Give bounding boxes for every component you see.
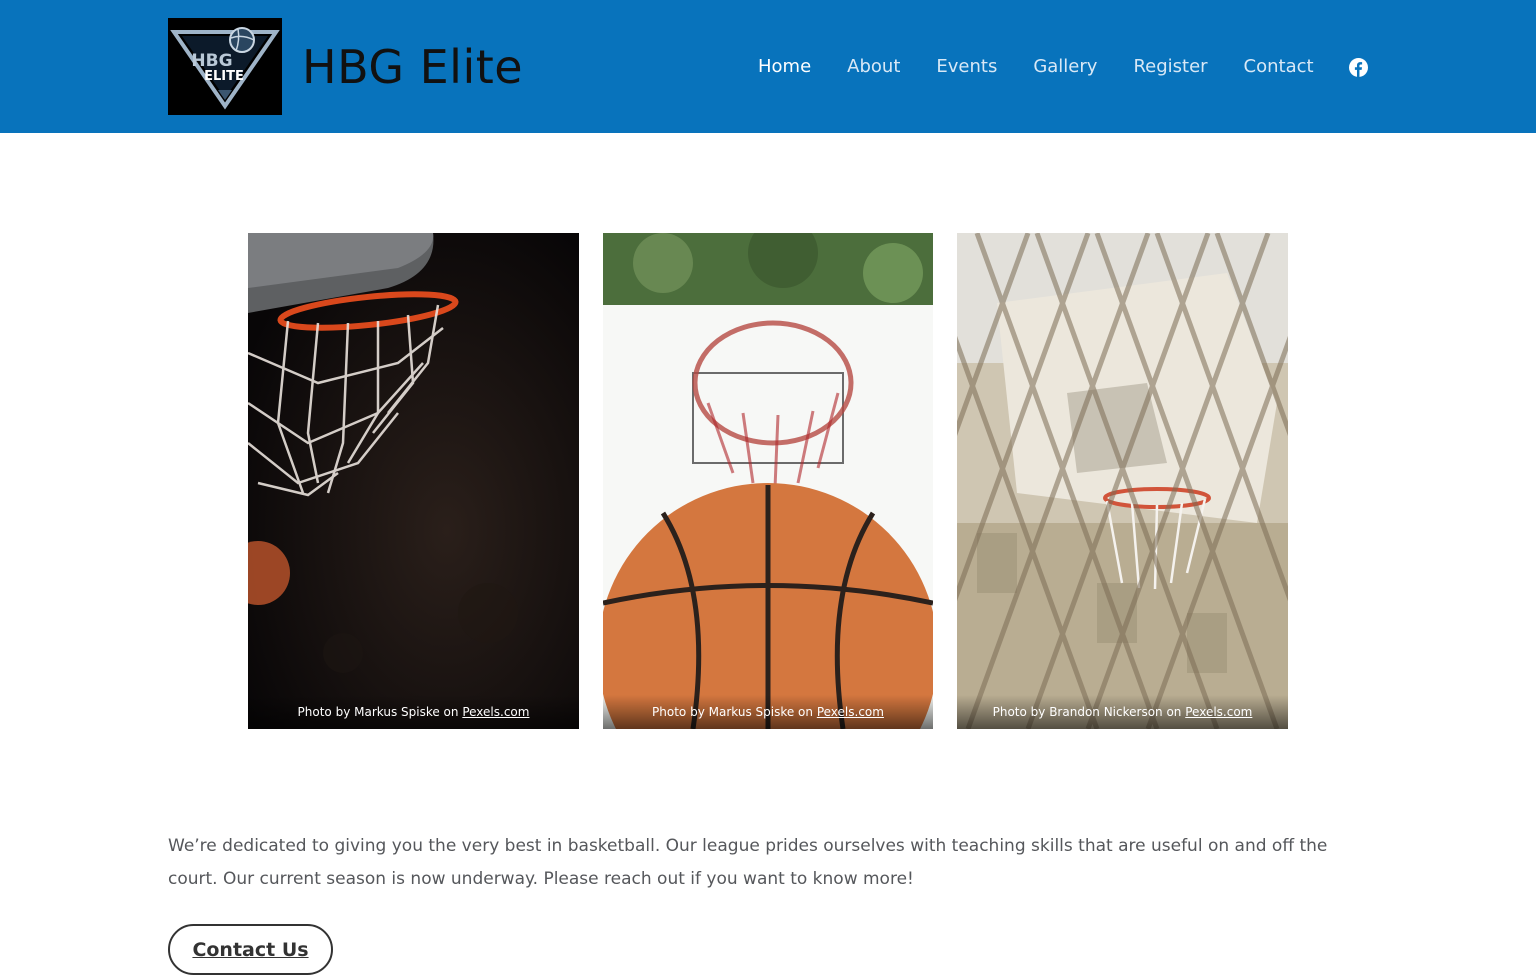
basketball-image [603, 233, 933, 729]
gallery-photo-fence-hoop[interactable]: Photo by Brandon Nickerson on Pexels.com [957, 233, 1288, 729]
svg-text:ELITE: ELITE [204, 69, 244, 84]
photo-credit-link[interactable]: Pexels.com [817, 705, 884, 719]
nav-home[interactable]: Home [758, 52, 811, 82]
hoop-dark-image [248, 233, 579, 729]
fence-hoop-image [957, 233, 1288, 729]
photo-gallery: Photo by Markus Spiske on Pexels.com Pho… [248, 233, 1288, 729]
photo-credit: Photo by Brandon Nickerson on Pexels.com [957, 695, 1288, 729]
site-title[interactable]: HBG Elite [302, 38, 562, 96]
contact-us-button[interactable]: Contact Us [168, 924, 333, 975]
photo-credit-link[interactable]: Pexels.com [462, 705, 529, 719]
nav-about[interactable]: About [847, 52, 900, 82]
photo-credit: Photo by Markus Spiske on Pexels.com [603, 695, 933, 729]
gallery-photo-basketball[interactable]: Photo by Markus Spiske on Pexels.com [603, 233, 933, 729]
nav-gallery[interactable]: Gallery [1033, 52, 1097, 82]
site-logo[interactable]: HBG ELITE [168, 18, 282, 115]
svg-text:HBG: HBG [191, 51, 232, 71]
nav-register[interactable]: Register [1133, 52, 1207, 82]
intro-text: We’re dedicated to giving you the very b… [168, 836, 1328, 889]
site-header: HBG ELITE HBG Elite Home About Events Ga… [0, 0, 1536, 133]
gallery-photo-hoop-dark[interactable]: Photo by Markus Spiske on Pexels.com [248, 233, 579, 729]
photo-credit: Photo by Markus Spiske on Pexels.com [248, 695, 579, 729]
nav-events[interactable]: Events [936, 52, 997, 82]
photo-credit-link[interactable]: Pexels.com [1185, 705, 1252, 719]
nav-contact[interactable]: Contact [1244, 52, 1314, 82]
brand: HBG ELITE HBG Elite [168, 18, 523, 115]
main-nav: Home About Events Gallery Register Conta… [758, 52, 1350, 82]
facebook-icon[interactable] [1349, 58, 1368, 77]
